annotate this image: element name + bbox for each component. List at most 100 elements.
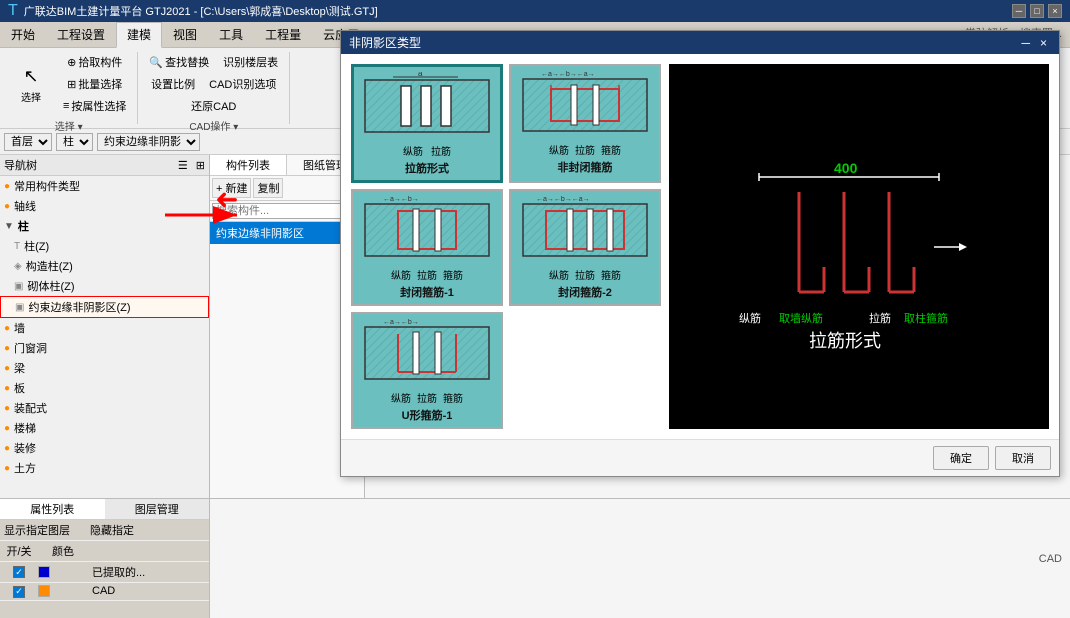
element-selector[interactable]: 柱 — [56, 133, 93, 151]
nav-item-door[interactable]: ● 门窗洞 — [0, 338, 209, 358]
tab-attr-list[interactable]: 属性列表 — [0, 499, 105, 519]
svg-text:拉筋: 拉筋 — [869, 311, 891, 325]
batch-select-btn[interactable]: ⊞ 批量选择 — [58, 74, 131, 94]
rebar-type-dialog: 非阴影区类型 ─ × — [340, 30, 1060, 477]
svg-text:拉筋形式: 拉筋形式 — [809, 331, 881, 351]
select-button[interactable]: ↖ 选择 — [6, 62, 56, 107]
fengbi1-label: 封闭箍筋-1 — [400, 284, 454, 300]
large-preview-svg: 400 — [679, 137, 1039, 357]
layer1-color — [38, 566, 50, 578]
door-icon: ● — [4, 343, 10, 354]
nav-item-col-z[interactable]: T 柱(Z) — [0, 236, 209, 256]
nav-item-column[interactable]: ▼ 柱 — [0, 216, 209, 236]
nav-item-wall[interactable]: ● 墙 — [0, 318, 209, 338]
nav-item-assembly[interactable]: ● 装配式 — [0, 398, 209, 418]
nav-tree: ● 常用构件类型 ● 轴线 ▼ 柱 T 柱(Z) ◈ 构造柱(Z) ▣ 砌体柱(… — [0, 176, 209, 498]
rebar-preview-uxing: ←a→←b→ — [362, 318, 492, 388]
decoration-icon: ● — [4, 443, 10, 454]
nav-item-earth[interactable]: ● 土方 — [0, 458, 209, 478]
layer2-checkbox[interactable]: ✓ — [13, 586, 25, 598]
nav-item-beam[interactable]: ● 梁 — [0, 358, 209, 378]
left-panel: 导航树 ☰ ⊞ ● 常用构件类型 ● 轴线 ▼ 柱 T 柱(Z) ◈ — [0, 155, 210, 498]
close-btn[interactable]: × — [1048, 4, 1062, 18]
dialog-min-btn[interactable]: ─ — [1017, 36, 1034, 50]
layer-row-2: ✓ CAD — [0, 583, 209, 601]
pick-component-btn[interactable]: ⊕ 拾取构件 — [58, 52, 131, 72]
ribbon-group-select: ↖ 选择 ⊕ 拾取构件 ⊞ 批量选择 ≡ 按属性选择 — [0, 52, 138, 124]
nav-item-decoration[interactable]: ● 装修 — [0, 438, 209, 458]
floor-selector[interactable]: 首层 — [4, 133, 52, 151]
title-bar: T 广联达BIM土建计量平台 GTJ2021 - [C:\Users\郭成喜\D… — [0, 0, 1070, 22]
layer1-checkbox[interactable]: ✓ — [13, 566, 25, 578]
select-icon: ↖ — [19, 65, 43, 89]
tab-component-list[interactable]: 构件列表 — [210, 155, 287, 175]
svg-text:←a→←b→: ←a→←b→ — [383, 196, 419, 203]
earth-icon: ● — [4, 463, 10, 474]
feifengbi-sublabels: 纵筋 拉筋 箍筋 — [549, 142, 621, 157]
layer-row-1: ✓ 已提取的... — [0, 562, 209, 583]
group-select-label: 选择 ▾ — [55, 116, 83, 133]
batch-icon: ⊞ — [67, 78, 76, 91]
rebar-item-fengbi1[interactable]: ←a→←b→ 纵筋 拉筋 箍筋 封闭箍筋-1 — [351, 189, 503, 306]
tab-quantity[interactable]: 工程量 — [254, 22, 312, 47]
tab-project-settings[interactable]: 工程设置 — [46, 22, 116, 47]
slab-icon: ● — [4, 383, 10, 394]
nav-item-col-gz[interactable]: ◈ 构造柱(Z) — [0, 256, 209, 276]
col-yyz-icon: ▣ — [15, 302, 24, 313]
svg-text:取柱箍筋: 取柱箍筋 — [904, 311, 948, 325]
attr-icon: ≡ — [63, 100, 69, 112]
nav-item-slab[interactable]: ● 板 — [0, 378, 209, 398]
svg-text:←a→←b→: ←a→←b→ — [383, 319, 419, 326]
cad-label-bottom: CAD — [1039, 553, 1062, 565]
rebar-preview-feifengbi: ←a→←b→←a→ — [520, 70, 650, 140]
bottom-panel: 属性列表 图层管理 显示指定图层 隐藏指定 开/关 颜色 ✓ 已提取的... ✓… — [0, 498, 1070, 618]
select-label: 选择 — [21, 89, 41, 104]
bottom-right: CAD — [210, 499, 1070, 618]
uxing-label: U形箍筋-1 — [402, 407, 453, 423]
restore-cad-btn[interactable]: 还原CAD — [186, 96, 241, 116]
find-replace-btn[interactable]: 🔍 查找替换 — [144, 52, 214, 72]
maximize-btn[interactable]: □ — [1030, 4, 1044, 18]
layer-header-row: 开/关 颜色 — [0, 541, 209, 562]
identify-floor-btn[interactable]: 识别楼层表 — [218, 52, 283, 72]
layer2-name: CAD — [92, 585, 205, 597]
attr-panel-tabs: 属性列表 图层管理 — [0, 499, 209, 520]
nav-item-common[interactable]: ● 常用构件类型 — [0, 176, 209, 196]
rebar-item-fengbi2[interactable]: ←a→←b→←a→ 纵筋 拉筋 箍筋 — [509, 189, 661, 306]
tab-start[interactable]: 开始 — [0, 22, 46, 47]
confirm-button[interactable]: 确定 — [933, 446, 989, 470]
nav-item-col-sb[interactable]: ▣ 砌体柱(Z) — [0, 276, 209, 296]
svg-text:←a→←b→←a→: ←a→←b→←a→ — [536, 196, 590, 203]
tab-modeling[interactable]: 建模 — [116, 22, 162, 48]
nav-item-stairs[interactable]: ● 楼梯 — [0, 418, 209, 438]
minimize-btn[interactable]: ─ — [1012, 4, 1026, 18]
dialog-body: a 纵筋 拉筋 拉筋形式 — [341, 54, 1059, 439]
tab-layer-mgmt[interactable]: 图层管理 — [105, 499, 210, 519]
nav-item-col-yyz[interactable]: ▣ 约束边缘非阴影区(Z) — [0, 296, 209, 318]
dialog-title-text: 非阴影区类型 — [349, 34, 421, 51]
assembly-icon: ● — [4, 403, 10, 414]
rebar-item-uxing[interactable]: ←a→←b→ 纵筋 拉筋 箍筋 — [351, 312, 503, 429]
nav-icon-btn1[interactable]: ☰ — [178, 159, 188, 172]
copy-component-btn[interactable]: 复制 — [253, 178, 283, 198]
svg-text:a: a — [418, 72, 423, 78]
nav-item-axis[interactable]: ● 轴线 — [0, 196, 209, 216]
svg-text:纵筋: 纵筋 — [739, 311, 761, 325]
axis-icon: ● — [4, 201, 10, 212]
rebar-item-feifengbi[interactable]: ←a→←b→←a→ — [509, 64, 661, 183]
nav-icon-btn2[interactable]: ⊞ — [196, 159, 205, 172]
fengbi1-sublabels: 纵筋 拉筋 箍筋 — [391, 267, 463, 282]
beam-icon: ● — [4, 363, 10, 374]
cancel-button[interactable]: 取消 — [995, 446, 1051, 470]
set-scale-btn[interactable]: 设置比例 — [146, 74, 200, 94]
attr-panel: 属性列表 图层管理 显示指定图层 隐藏指定 开/关 颜色 ✓ 已提取的... ✓… — [0, 499, 210, 618]
constraint-selector[interactable]: 约束边缘非阴影 — [97, 133, 200, 151]
rebar-item-lajin[interactable]: a 纵筋 拉筋 拉筋形式 — [351, 64, 503, 183]
svg-text:←a→←b→←a→: ←a→←b→←a→ — [541, 71, 595, 78]
cad-identify-btn[interactable]: CAD识别选项 — [204, 74, 281, 94]
attr-select-btn[interactable]: ≡ 按属性选择 — [58, 96, 131, 116]
dialog-close-btn[interactable]: × — [1036, 36, 1051, 50]
tab-view[interactable]: 视图 — [162, 22, 208, 47]
feifengbi-label: 非封闭箍筋 — [558, 159, 613, 175]
tab-tools[interactable]: 工具 — [208, 22, 254, 47]
